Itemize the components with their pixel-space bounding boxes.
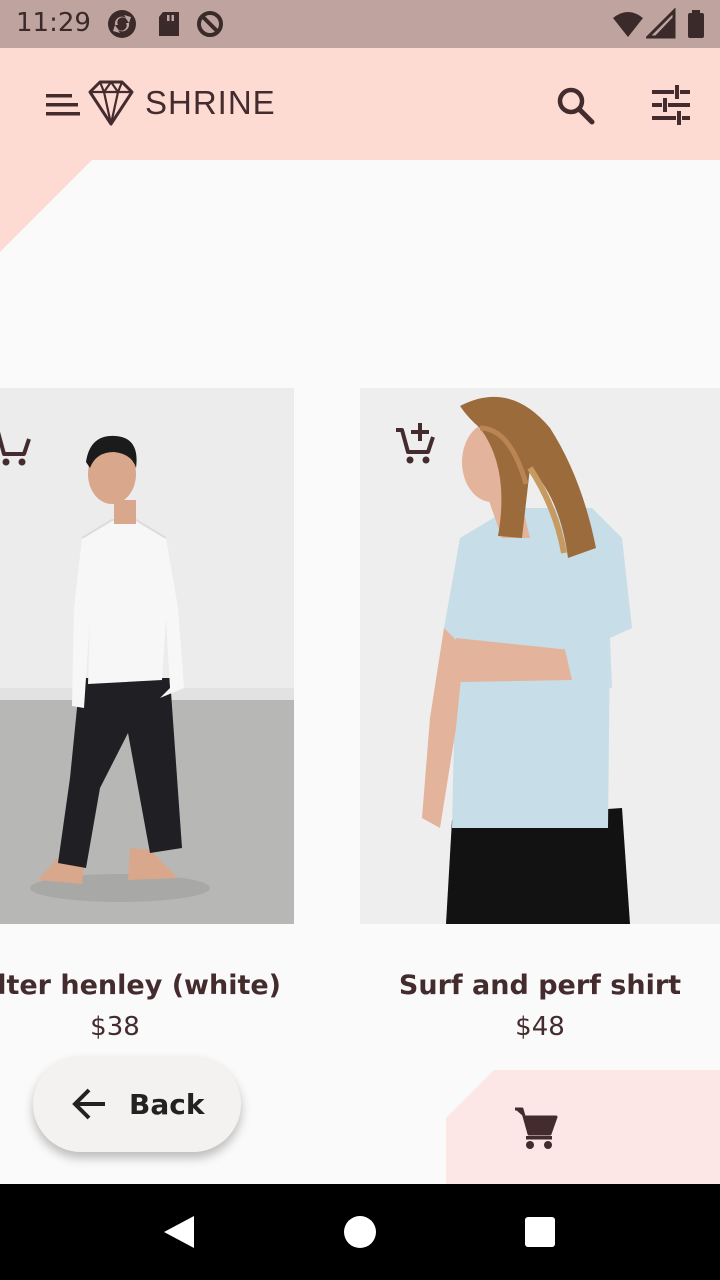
sd-card-icon <box>159 12 179 36</box>
nav-back-icon[interactable] <box>160 1214 198 1250</box>
diamond-logo-icon <box>88 80 134 126</box>
back-button[interactable]: Back <box>33 1056 241 1152</box>
data-saver-icon <box>197 11 223 37</box>
menu-icon[interactable] <box>44 92 80 118</box>
product-name: Surf and perf shirt <box>398 970 682 1001</box>
shopping-cart-icon[interactable] <box>512 1104 558 1150</box>
sync-icon <box>108 10 136 38</box>
tune-filter-icon[interactable] <box>648 82 694 128</box>
signal-icon <box>646 8 676 39</box>
back-label: Back <box>129 1088 205 1121</box>
nav-recents-icon[interactable] <box>525 1217 555 1247</box>
status-bar: 11:29 <box>0 0 720 48</box>
product-name: alter henley (white) <box>0 970 282 1001</box>
product-photo-model-light-blue-tee <box>360 388 720 924</box>
arrow-back-icon <box>72 1088 105 1120</box>
add-to-cart-icon[interactable] <box>392 422 436 466</box>
product-price: $38 <box>90 1012 140 1042</box>
product-image[interactable] <box>0 388 294 924</box>
product-price: $48 <box>515 1012 565 1042</box>
product-photo-model-white-henley <box>0 388 294 924</box>
wifi-icon <box>613 12 643 37</box>
brand-title: SHRINE <box>145 84 276 121</box>
product-card[interactable]: alter henley (white) $38 <box>0 388 294 1088</box>
backdrop-corner-notch <box>0 160 92 252</box>
search-icon[interactable] <box>552 82 598 128</box>
add-to-cart-icon[interactable] <box>0 424 32 468</box>
cart-panel[interactable] <box>446 1070 720 1184</box>
nav-home-icon[interactable] <box>344 1216 376 1248</box>
status-time: 11:29 <box>16 8 91 38</box>
product-card[interactable]: Surf and perf shirt $48 <box>360 388 720 1088</box>
product-image[interactable] <box>360 388 720 924</box>
battery-icon <box>688 10 704 38</box>
